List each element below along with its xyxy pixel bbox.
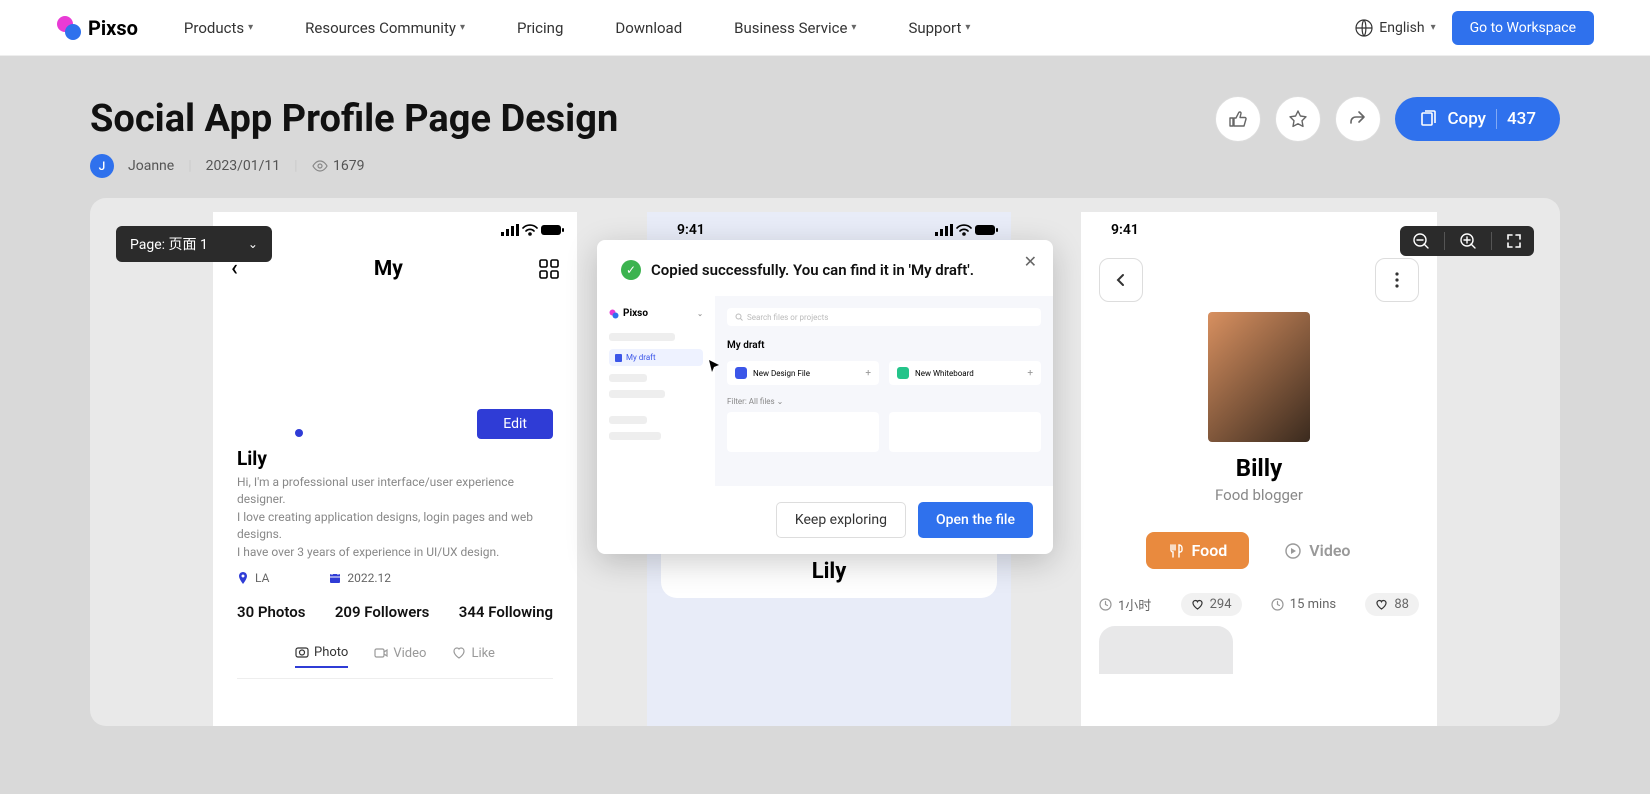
modal-title: Copied successfully. You can find it in … bbox=[651, 261, 974, 279]
close-button[interactable]: ✕ bbox=[1024, 252, 1037, 271]
modal-footer: Keep exploring Open the file bbox=[597, 486, 1053, 554]
logo-icon bbox=[609, 309, 619, 319]
chevron-down-icon: ⌄ bbox=[777, 397, 784, 406]
design-file-icon bbox=[735, 367, 747, 379]
preview-search: Search files or projects bbox=[727, 308, 1041, 326]
preview-sidebar-active: My draft bbox=[609, 349, 703, 366]
plus-icon: + bbox=[865, 368, 871, 379]
plus-icon: + bbox=[1027, 368, 1033, 379]
preview-sidebar: Pixso ⌄ My draft bbox=[597, 296, 715, 486]
modal-preview: Pixso ⌄ My draft Search files or project… bbox=[597, 296, 1053, 486]
keep-exploring-button[interactable]: Keep exploring bbox=[776, 502, 906, 538]
preview-card-whiteboard: New Whiteboard+ bbox=[889, 361, 1041, 385]
preview-main: Search files or projects My draft New De… bbox=[715, 296, 1053, 486]
cursor-icon bbox=[707, 358, 723, 374]
search-icon bbox=[735, 313, 743, 321]
modal-header: ✓ Copied successfully. You can find it i… bbox=[597, 240, 1053, 296]
preview-card-design: New Design File+ bbox=[727, 361, 879, 385]
chevron-down-icon: ⌄ bbox=[697, 310, 703, 318]
doc-icon bbox=[615, 354, 622, 362]
copied-modal: ✕ ✓ Copied successfully. You can find it… bbox=[597, 240, 1053, 554]
modal-overlay: ✕ ✓ Copied successfully. You can find it… bbox=[0, 0, 1650, 794]
open-file-button[interactable]: Open the file bbox=[918, 502, 1033, 538]
success-icon: ✓ bbox=[621, 260, 641, 280]
preview-section-label: My draft bbox=[727, 340, 1041, 351]
preview-filter: Filter: All files ⌄ bbox=[727, 397, 1041, 406]
preview-logo: Pixso ⌄ bbox=[609, 308, 703, 319]
whiteboard-icon bbox=[897, 367, 909, 379]
